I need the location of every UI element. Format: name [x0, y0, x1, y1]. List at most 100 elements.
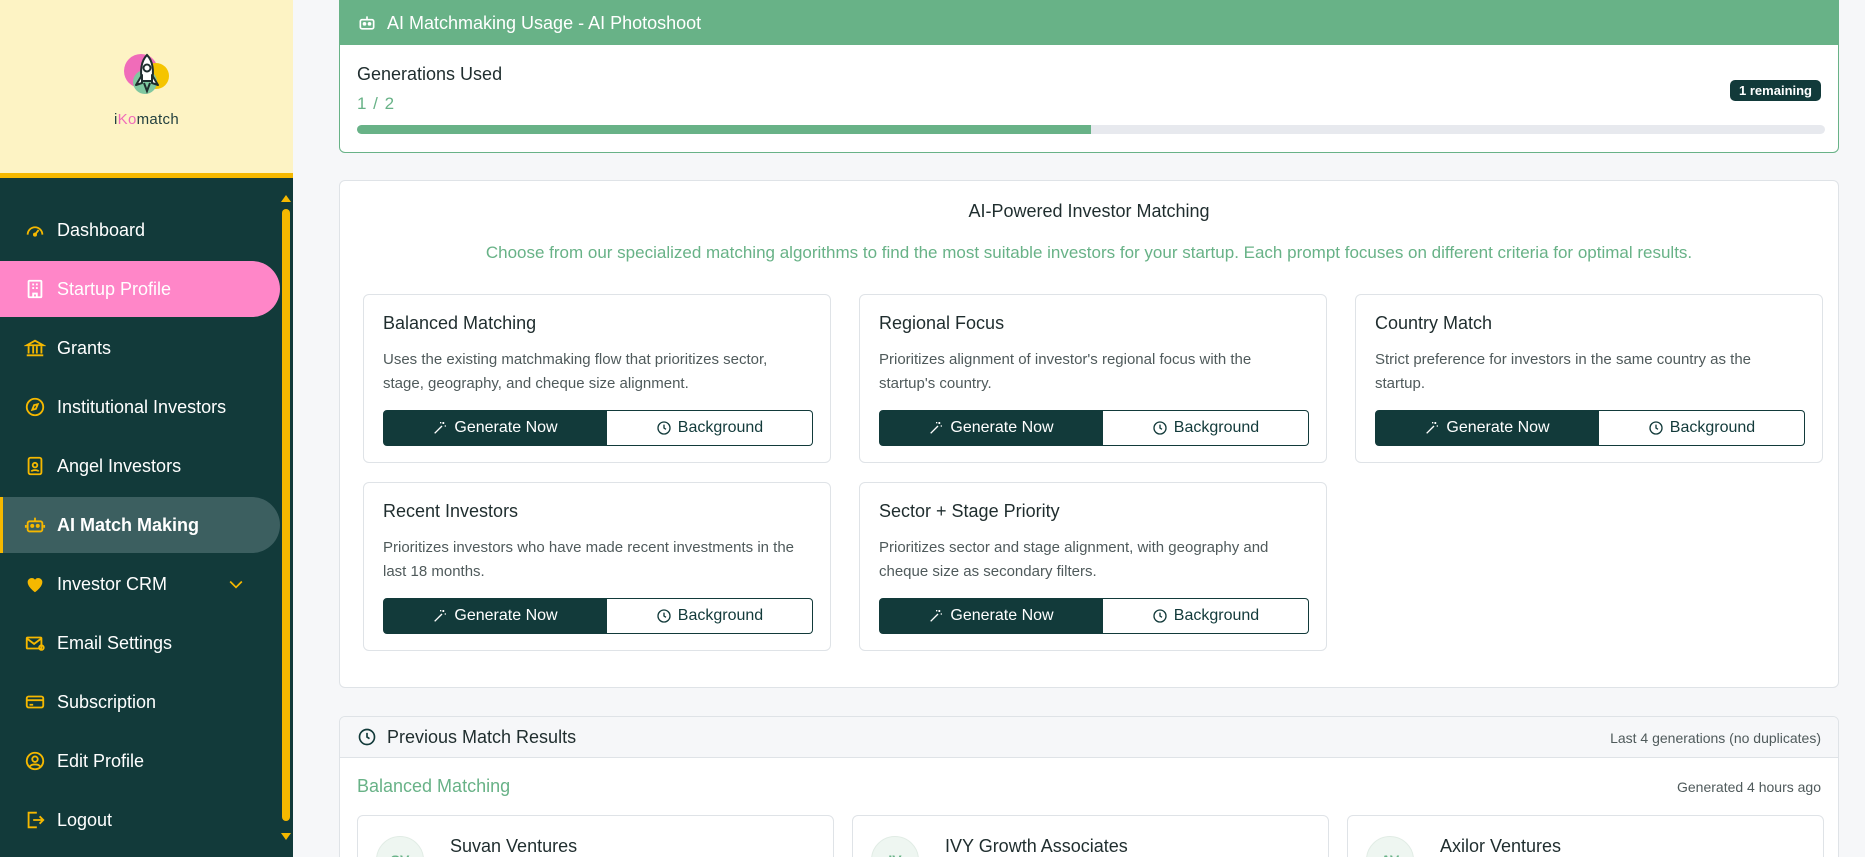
investor-matching-card: AI-Powered Investor Matching Choose from… [339, 180, 1839, 688]
generate-now-button[interactable]: Generate Now [879, 410, 1103, 446]
investor-name: Axilor Ventures [1440, 836, 1562, 856]
investor-name: Suvan Ventures [450, 836, 578, 856]
envelope-gear-icon [24, 632, 46, 654]
usage-progress-fill [357, 125, 1091, 134]
result-group-title: Balanced Matching [357, 776, 511, 796]
sidebar-item-startup-profile[interactable]: Startup Profile [0, 261, 280, 317]
algorithm-card-regional-focus: Regional Focus Prioritizes alignment of … [859, 294, 1327, 463]
sidebar-item-label: Grants [57, 337, 112, 358]
background-button[interactable]: Background [607, 410, 813, 446]
algorithm-description: Prioritizes investors who have made rece… [383, 539, 795, 580]
magic-wand-icon [930, 610, 943, 622]
sidebar-item-ai-match-making[interactable]: AI Match Making [0, 497, 280, 553]
sidebar-item-label: Subscription [57, 691, 157, 712]
sidebar-item-label: Institutional Investors [57, 396, 227, 417]
generate-now-button[interactable]: Generate Now [383, 410, 607, 446]
scroll-up-arrow[interactable] [281, 195, 291, 202]
algorithm-description: Prioritizes alignment of investor's regi… [879, 351, 1252, 392]
main-content: AI Matchmaking Usage - AI Photoshoot Gen… [293, 0, 1865, 857]
previous-results-card: Previous Match Results Last 4 generation… [339, 716, 1839, 857]
sidebar-item-subscription[interactable]: Subscription [0, 674, 280, 730]
heart-icon [24, 573, 46, 595]
sidebar-item-institutional-investors[interactable]: Institutional Investors [0, 379, 280, 435]
algorithm-title: Country Match [1375, 313, 1493, 333]
matching-title: AI-Powered Investor Matching [968, 201, 1210, 221]
sidebar-item-label: AI Match Making [57, 514, 200, 535]
logout-icon [24, 809, 46, 831]
sidebar: iKomatch Dashboard Startup Profile Grant… [0, 0, 293, 857]
magic-wand-icon [434, 610, 447, 622]
sidebar-item-edit-profile[interactable]: Edit Profile [0, 733, 280, 789]
result-group-timestamp: Generated 4 hours ago [1677, 779, 1821, 795]
algorithm-title: Regional Focus [879, 313, 1005, 333]
clock-icon [1153, 609, 1167, 623]
algorithm-card-balanced-matching: Balanced Matching Uses the existing matc… [363, 294, 831, 463]
avatar: AV [1366, 836, 1414, 857]
id-badge-icon [24, 455, 46, 477]
sidebar-item-label: Startup Profile [57, 278, 172, 299]
sidebar-item-grants[interactable]: Grants [0, 320, 280, 376]
avatar: SV [376, 836, 424, 857]
brand-area: iKomatch [0, 0, 293, 178]
sidebar-scrollbar[interactable] [281, 195, 291, 840]
previous-results-meta: Last 4 generations (no duplicates) [1610, 730, 1821, 746]
algorithm-description: Uses the existing matchmaking flow that … [383, 351, 768, 392]
sidebar-item-email-settings[interactable]: Email Settings [0, 615, 280, 671]
background-button[interactable]: Background [1103, 410, 1309, 446]
investor-card[interactable]: SV Suvan Ventures [357, 815, 834, 857]
sidebar-item-dashboard[interactable]: Dashboard [0, 202, 280, 258]
algorithm-title: Recent Investors [383, 501, 519, 521]
matching-subtitle: Choose from our specialized matching alg… [485, 243, 1693, 262]
scrollbar-thumb[interactable] [282, 209, 290, 821]
compass-icon [24, 396, 46, 418]
previous-results-header: Previous Match Results Last 4 generation… [340, 717, 1838, 758]
algorithm-description: Prioritizes sector and stage alignment, … [879, 539, 1269, 580]
sidebar-item-label: Dashboard [57, 219, 146, 240]
usage-card-header: AI Matchmaking Usage - AI Photoshoot [340, 1, 1838, 45]
clock-icon [657, 609, 671, 623]
previous-results-title: Previous Match Results [387, 726, 577, 747]
algorithm-card-sector-stage-priority: Sector + Stage Priority Prioritizes sect… [859, 482, 1327, 651]
investor-name: IVY Growth Associates [945, 836, 1128, 856]
clock-icon [1649, 421, 1663, 435]
generate-now-button[interactable]: Generate Now [1375, 410, 1599, 446]
algorithm-card-recent-investors: Recent Investors Prioritizes investors w… [363, 482, 831, 651]
sidebar-item-label: Investor CRM [57, 573, 168, 594]
usage-card: AI Matchmaking Usage - AI Photoshoot Gen… [339, 0, 1839, 153]
generations-used-label: Generations Used [357, 64, 503, 84]
generate-now-button[interactable]: Generate Now [383, 598, 607, 634]
algorithm-title: Balanced Matching [383, 313, 537, 333]
usage-progress-bar [357, 125, 1825, 134]
bank-icon [24, 337, 46, 359]
generations-used-value: 1 / 2 [357, 94, 396, 113]
background-button[interactable]: Background [607, 598, 813, 634]
sidebar-item-investor-crm[interactable]: Investor CRM [0, 556, 280, 612]
robot-icon [24, 514, 46, 536]
generate-now-button[interactable]: Generate Now [879, 598, 1103, 634]
sidebar-item-logout[interactable]: Logout [0, 792, 280, 848]
background-button[interactable]: Background [1103, 598, 1309, 634]
background-button[interactable]: Background [1599, 410, 1805, 446]
building-icon [24, 278, 46, 300]
robot-icon [359, 16, 375, 30]
remaining-badge: 1 remaining [1730, 80, 1821, 101]
magic-wand-icon [930, 422, 943, 434]
scroll-down-arrow[interactable] [281, 833, 291, 840]
sidebar-item-label: Angel Investors [57, 455, 182, 476]
usage-title: AI Matchmaking Usage - AI Photoshoot [387, 12, 702, 33]
algorithm-card-country-match: Country Match Strict preference for inve… [1355, 294, 1823, 463]
user-circle-icon [24, 750, 46, 772]
algorithm-description: Strict preference for investors in the s… [1375, 351, 1752, 392]
investor-card[interactable]: IV IVY Growth Associates [852, 815, 1329, 857]
investor-card[interactable]: AV Axilor Ventures [1347, 815, 1824, 857]
clock-icon [657, 421, 671, 435]
magic-wand-icon [434, 422, 447, 434]
credit-card-icon [24, 691, 46, 713]
magic-wand-icon [1426, 422, 1439, 434]
gauge-icon [24, 219, 46, 241]
sidebar-item-label: Edit Profile [57, 750, 145, 771]
history-icon [358, 728, 376, 746]
sidebar-item-angel-investors[interactable]: Angel Investors [0, 438, 280, 494]
brand-name: iKomatch [114, 111, 179, 128]
chevron-down-icon[interactable] [226, 574, 246, 594]
